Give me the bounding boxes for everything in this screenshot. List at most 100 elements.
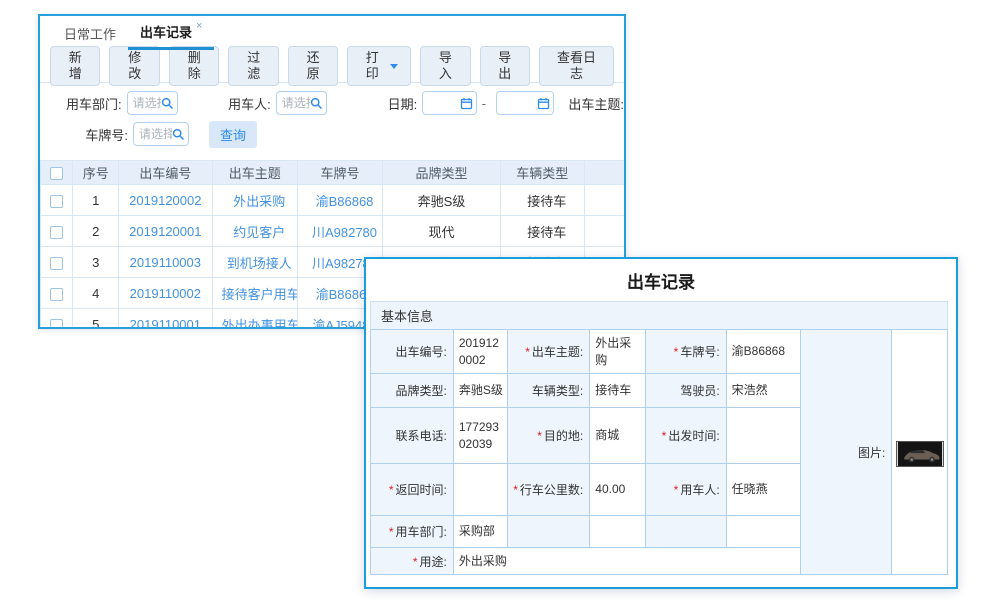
image-field-label: 图片: xyxy=(801,330,892,575)
field-label xyxy=(645,516,726,548)
date-from-input[interactable] xyxy=(422,91,477,115)
field-value: 商城 xyxy=(590,408,646,464)
field-value xyxy=(726,516,801,548)
user-filter-label: 用车人: xyxy=(224,94,271,113)
field-label: *用车人: xyxy=(645,464,726,516)
cell-code-link[interactable]: 2019110003 xyxy=(119,247,213,278)
field-label: *出发时间: xyxy=(645,408,726,464)
cell-no: 3 xyxy=(73,247,119,278)
field-value: 宋浩然 xyxy=(726,374,801,408)
header-brand: 品牌类型 xyxy=(383,161,501,185)
tab-label: 出车记录 xyxy=(140,22,192,41)
field-label: *用途: xyxy=(371,548,454,575)
filter-area: 用车部门: 用车人: 日期: xyxy=(40,83,624,157)
cell-no: 2 xyxy=(73,216,119,247)
plate-select[interactable] xyxy=(133,122,189,146)
toolbar: 新增 修改 删除 过滤 还原 打印 导入 导出 查看日志 xyxy=(40,50,624,83)
view-log-button[interactable]: 查看日志 xyxy=(539,46,614,86)
cell-plate-link[interactable]: 渝B86868 xyxy=(297,185,382,216)
field-value: 17729302039 xyxy=(453,408,508,464)
export-button[interactable]: 导出 xyxy=(480,46,530,86)
required-asterisk: * xyxy=(389,525,394,539)
cell-type: 接待车 xyxy=(500,185,584,216)
header-no: 序号 xyxy=(73,161,119,185)
calendar-icon[interactable] xyxy=(460,97,473,110)
table-row[interactable]: 1 2019120002 外出采购 渝B86868 奔驰S级 接待车 宋浩然 xyxy=(41,185,627,216)
row-checkbox[interactable] xyxy=(50,288,63,301)
cell-subject-link[interactable]: 外出办事用车 xyxy=(212,309,297,330)
field-value: 外出采购 xyxy=(453,548,801,575)
select-all-checkbox[interactable] xyxy=(50,167,63,180)
search-icon[interactable] xyxy=(172,128,185,141)
search-icon[interactable] xyxy=(310,97,323,110)
cell-driver-link[interactable]: 宋浩然 xyxy=(584,185,626,216)
delete-button[interactable]: 删除 xyxy=(169,46,219,86)
plate-filter-label: 车牌号: xyxy=(60,125,128,144)
cell-brand: 现代 xyxy=(383,216,501,247)
cell-code-link[interactable]: 2019120001 xyxy=(119,216,213,247)
image-field-value xyxy=(892,330,948,575)
required-asterisk: * xyxy=(662,429,667,443)
detail-row: 出车编号: 2019120002 *出车主题: 外出采购 *车牌号: 渝B868… xyxy=(371,330,948,374)
field-value xyxy=(590,516,646,548)
print-label: 打印 xyxy=(360,50,384,82)
edit-button[interactable]: 修改 xyxy=(109,46,159,86)
header-type: 车辆类型 xyxy=(500,161,584,185)
caret-down-icon xyxy=(390,64,398,69)
cell-no: 5 xyxy=(73,309,119,330)
field-label: 车辆类型: xyxy=(508,374,590,408)
cell-code-link[interactable]: 2019110001 xyxy=(119,309,213,330)
restore-button[interactable]: 还原 xyxy=(288,46,338,86)
print-button[interactable]: 打印 xyxy=(347,46,411,86)
required-asterisk: * xyxy=(525,345,530,359)
cell-subject-link[interactable]: 到机场接人 xyxy=(212,247,297,278)
tab-dispatch-records[interactable]: 出车记录 × xyxy=(128,16,214,50)
header-subject: 出车主题 xyxy=(212,161,297,185)
field-label: 驾驶员: xyxy=(645,374,726,408)
filter-button[interactable]: 过滤 xyxy=(228,46,278,86)
cell-driver-link[interactable]: 阳强 xyxy=(584,216,626,247)
field-label: *出车主题: xyxy=(508,330,590,374)
required-asterisk: * xyxy=(674,345,679,359)
cell-brand: 奔驰S级 xyxy=(383,185,501,216)
required-asterisk: * xyxy=(413,555,418,569)
field-label: 联系电话: xyxy=(371,408,454,464)
field-label: 品牌类型: xyxy=(371,374,454,408)
subject-filter-label: 出车主题: xyxy=(568,94,624,113)
field-label xyxy=(508,516,590,548)
row-checkbox[interactable] xyxy=(50,226,63,239)
field-label: *返回时间: xyxy=(371,464,454,516)
row-checkbox[interactable] xyxy=(50,319,63,329)
field-value: 外出采购 xyxy=(590,330,646,374)
cell-code-link[interactable]: 2019110002 xyxy=(119,278,213,309)
tab-daily-work[interactable]: 日常工作 xyxy=(52,16,128,50)
detail-title: 出车记录 xyxy=(366,259,956,300)
date-to-input[interactable] xyxy=(496,91,554,115)
tab-bar: 日常工作 出车记录 × xyxy=(40,16,624,50)
cell-code-link[interactable]: 2019120002 xyxy=(119,185,213,216)
cell-subject-link[interactable]: 约见客户 xyxy=(212,216,297,247)
query-button[interactable]: 查询 xyxy=(209,121,257,148)
cell-type: 接待车 xyxy=(500,216,584,247)
basic-info-section-header: 基本信息 xyxy=(370,301,948,330)
field-value xyxy=(726,408,801,464)
field-value: 渝B86868 xyxy=(726,330,801,374)
import-button[interactable]: 导入 xyxy=(420,46,470,86)
row-checkbox[interactable] xyxy=(50,257,63,270)
cell-plate-link[interactable]: 川A982780 xyxy=(297,216,382,247)
field-value: 奔驰S级 xyxy=(453,374,508,408)
calendar-icon[interactable] xyxy=(537,97,550,110)
add-button[interactable]: 新增 xyxy=(50,46,100,86)
close-icon[interactable]: × xyxy=(196,20,202,32)
table-row[interactable]: 2 2019120001 约见客户 川A982780 现代 接待车 阳强 xyxy=(41,216,627,247)
dept-select[interactable] xyxy=(127,91,178,115)
field-label: *行车公里数: xyxy=(508,464,590,516)
car-photo-thumbnail[interactable] xyxy=(896,441,944,467)
dept-filter-label: 用车部门: xyxy=(60,94,122,113)
search-icon[interactable] xyxy=(161,97,174,110)
row-checkbox[interactable] xyxy=(50,195,63,208)
user-select[interactable] xyxy=(276,91,327,115)
cell-subject-link[interactable]: 外出采购 xyxy=(212,185,297,216)
cell-subject-link[interactable]: 接待客户用车 xyxy=(212,278,297,309)
tab-label: 日常工作 xyxy=(64,24,116,43)
